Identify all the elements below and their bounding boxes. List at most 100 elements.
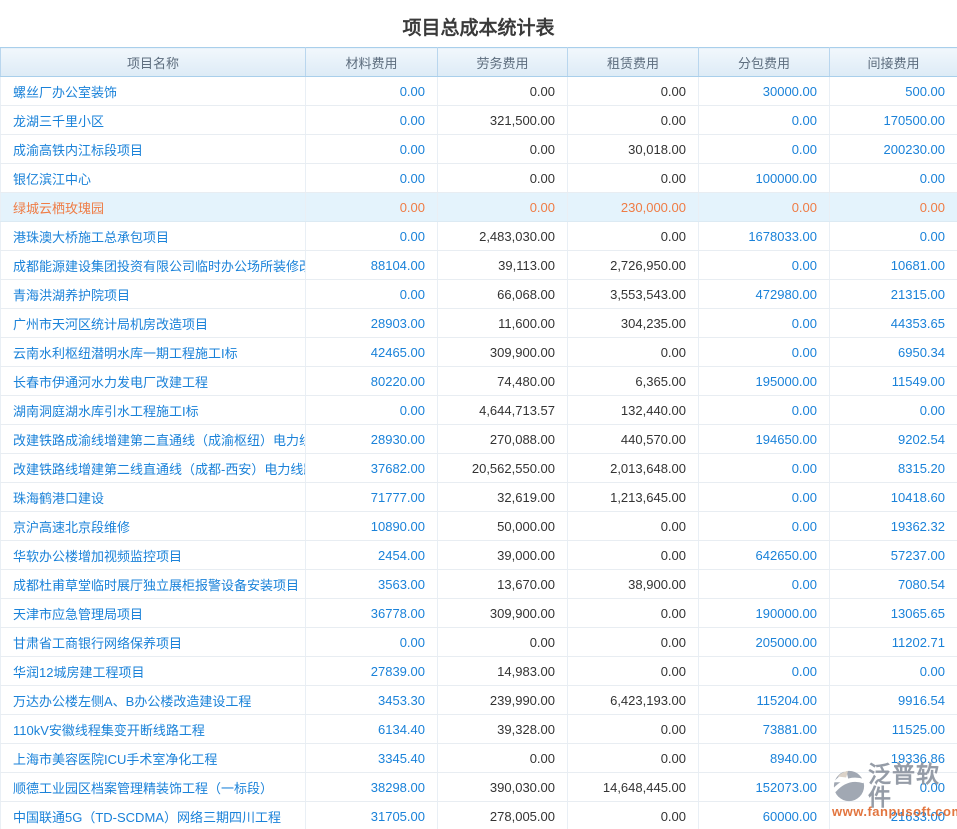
material-cost-cell[interactable]: 6134.40 bbox=[306, 715, 438, 744]
material-cost-cell[interactable]: 0.00 bbox=[306, 628, 438, 657]
material-cost-cell[interactable]: 2454.00 bbox=[306, 541, 438, 570]
subcontract-cost-cell[interactable]: 0.00 bbox=[699, 338, 830, 367]
indirect-cost-cell[interactable]: 44353.65 bbox=[830, 309, 957, 338]
subcontract-cost-cell[interactable]: 0.00 bbox=[699, 512, 830, 541]
project-name-cell[interactable]: 华润12城房建工程项目 bbox=[1, 657, 306, 686]
indirect-cost-cell[interactable]: 21633.00 bbox=[830, 802, 957, 829]
material-cost-cell[interactable]: 0.00 bbox=[306, 280, 438, 309]
indirect-cost-cell[interactable]: 11202.71 bbox=[830, 628, 957, 657]
subcontract-cost-cell[interactable]: 73881.00 bbox=[699, 715, 830, 744]
subcontract-cost-cell[interactable]: 100000.00 bbox=[699, 164, 830, 193]
project-name-cell[interactable]: 顺德工业园区档案管理精装饰工程（一标段） bbox=[1, 773, 306, 802]
indirect-cost-cell[interactable]: 11549.00 bbox=[830, 367, 957, 396]
project-name-cell[interactable]: 绿城云栖玫瑰园 bbox=[1, 193, 306, 222]
project-name-cell[interactable]: 万达办公楼左侧A、B办公楼改造建设工程 bbox=[1, 686, 306, 715]
material-cost-cell[interactable]: 0.00 bbox=[306, 222, 438, 251]
material-cost-cell[interactable]: 0.00 bbox=[306, 164, 438, 193]
project-name-cell[interactable]: 中国联通5G（TD-SCDMA）网络三期四川工程 bbox=[1, 802, 306, 829]
material-cost-cell[interactable]: 38298.00 bbox=[306, 773, 438, 802]
subcontract-cost-cell[interactable]: 152073.00 bbox=[699, 773, 830, 802]
subcontract-cost-cell[interactable]: 472980.00 bbox=[699, 280, 830, 309]
subcontract-cost-cell[interactable]: 0.00 bbox=[699, 106, 830, 135]
material-cost-cell[interactable]: 28903.00 bbox=[306, 309, 438, 338]
material-cost-cell[interactable]: 0.00 bbox=[306, 135, 438, 164]
indirect-cost-cell[interactable]: 200230.00 bbox=[830, 135, 957, 164]
material-cost-cell[interactable]: 0.00 bbox=[306, 193, 438, 222]
material-cost-cell[interactable]: 36778.00 bbox=[306, 599, 438, 628]
indirect-cost-cell[interactable]: 0.00 bbox=[830, 164, 957, 193]
project-name-cell[interactable]: 改建铁路成渝线增建第二直通线（成渝枢纽）电力线路 bbox=[1, 425, 306, 454]
indirect-cost-cell[interactable]: 19336.86 bbox=[830, 744, 957, 773]
project-name-cell[interactable]: 银亿滨江中心 bbox=[1, 164, 306, 193]
indirect-cost-cell[interactable]: 0.00 bbox=[830, 657, 957, 686]
material-cost-cell[interactable]: 31705.00 bbox=[306, 802, 438, 829]
subcontract-cost-cell[interactable]: 190000.00 bbox=[699, 599, 830, 628]
project-name-cell[interactable]: 云南水利枢纽潜明水库一期工程施工I标 bbox=[1, 338, 306, 367]
material-cost-cell[interactable]: 3563.00 bbox=[306, 570, 438, 599]
project-name-cell[interactable]: 湖南洞庭湖水库引水工程施工I标 bbox=[1, 396, 306, 425]
subcontract-cost-cell[interactable]: 0.00 bbox=[699, 454, 830, 483]
material-cost-cell[interactable]: 71777.00 bbox=[306, 483, 438, 512]
indirect-cost-cell[interactable]: 9202.54 bbox=[830, 425, 957, 454]
subcontract-cost-cell[interactable]: 0.00 bbox=[699, 570, 830, 599]
indirect-cost-cell[interactable]: 170500.00 bbox=[830, 106, 957, 135]
material-cost-cell[interactable]: 42465.00 bbox=[306, 338, 438, 367]
indirect-cost-cell[interactable]: 7080.54 bbox=[830, 570, 957, 599]
subcontract-cost-cell[interactable]: 194650.00 bbox=[699, 425, 830, 454]
indirect-cost-cell[interactable]: 8315.20 bbox=[830, 454, 957, 483]
material-cost-cell[interactable]: 37682.00 bbox=[306, 454, 438, 483]
subcontract-cost-cell[interactable]: 115204.00 bbox=[699, 686, 830, 715]
indirect-cost-cell[interactable]: 10418.60 bbox=[830, 483, 957, 512]
indirect-cost-cell[interactable]: 0.00 bbox=[830, 773, 957, 802]
project-name-cell[interactable]: 青海洪湖养护院项目 bbox=[1, 280, 306, 309]
project-name-cell[interactable]: 螺丝厂办公室装饰 bbox=[1, 77, 306, 106]
material-cost-cell[interactable]: 80220.00 bbox=[306, 367, 438, 396]
project-name-cell[interactable]: 上海市美容医院ICU手术室净化工程 bbox=[1, 744, 306, 773]
indirect-cost-cell[interactable]: 11525.00 bbox=[830, 715, 957, 744]
project-name-cell[interactable]: 成都杜甫草堂临时展厅独立展柜报警设备安装项目 bbox=[1, 570, 306, 599]
material-cost-cell[interactable]: 88104.00 bbox=[306, 251, 438, 280]
subcontract-cost-cell[interactable]: 205000.00 bbox=[699, 628, 830, 657]
project-name-cell[interactable]: 改建铁路线增建第二线直通线（成都-西安）电力线路 bbox=[1, 454, 306, 483]
project-name-cell[interactable]: 港珠澳大桥施工总承包项目 bbox=[1, 222, 306, 251]
subcontract-cost-cell[interactable]: 60000.00 bbox=[699, 802, 830, 829]
project-name-cell[interactable]: 成都能源建设集团投资有限公司临时办公场所装修改造 bbox=[1, 251, 306, 280]
indirect-cost-cell[interactable]: 6950.34 bbox=[830, 338, 957, 367]
indirect-cost-cell[interactable]: 57237.00 bbox=[830, 541, 957, 570]
subcontract-cost-cell[interactable]: 195000.00 bbox=[699, 367, 830, 396]
indirect-cost-cell[interactable]: 21315.00 bbox=[830, 280, 957, 309]
indirect-cost-cell[interactable]: 9916.54 bbox=[830, 686, 957, 715]
subcontract-cost-cell[interactable]: 642650.00 bbox=[699, 541, 830, 570]
material-cost-cell[interactable]: 27839.00 bbox=[306, 657, 438, 686]
project-name-cell[interactable]: 龙湖三千里小区 bbox=[1, 106, 306, 135]
indirect-cost-cell[interactable]: 0.00 bbox=[830, 396, 957, 425]
subcontract-cost-cell[interactable]: 0.00 bbox=[699, 396, 830, 425]
indirect-cost-cell[interactable]: 0.00 bbox=[830, 222, 957, 251]
project-name-cell[interactable]: 110kV安徽线程集变开断线路工程 bbox=[1, 715, 306, 744]
project-name-cell[interactable]: 甘肃省工商银行网络保养项目 bbox=[1, 628, 306, 657]
subcontract-cost-cell[interactable]: 0.00 bbox=[699, 309, 830, 338]
material-cost-cell[interactable]: 0.00 bbox=[306, 77, 438, 106]
subcontract-cost-cell[interactable]: 0.00 bbox=[699, 193, 830, 222]
indirect-cost-cell[interactable]: 13065.65 bbox=[830, 599, 957, 628]
project-name-cell[interactable]: 成渝高铁内江标段项目 bbox=[1, 135, 306, 164]
subcontract-cost-cell[interactable]: 30000.00 bbox=[699, 77, 830, 106]
material-cost-cell[interactable]: 0.00 bbox=[306, 396, 438, 425]
project-name-cell[interactable]: 珠海鹤港口建设 bbox=[1, 483, 306, 512]
material-cost-cell[interactable]: 0.00 bbox=[306, 106, 438, 135]
material-cost-cell[interactable]: 10890.00 bbox=[306, 512, 438, 541]
project-name-cell[interactable]: 华软办公楼增加视频监控项目 bbox=[1, 541, 306, 570]
indirect-cost-cell[interactable]: 10681.00 bbox=[830, 251, 957, 280]
indirect-cost-cell[interactable]: 19362.32 bbox=[830, 512, 957, 541]
project-name-cell[interactable]: 广州市天河区统计局机房改造项目 bbox=[1, 309, 306, 338]
subcontract-cost-cell[interactable]: 0.00 bbox=[699, 657, 830, 686]
subcontract-cost-cell[interactable]: 8940.00 bbox=[699, 744, 830, 773]
subcontract-cost-cell[interactable]: 0.00 bbox=[699, 483, 830, 512]
indirect-cost-cell[interactable]: 500.00 bbox=[830, 77, 957, 106]
project-name-cell[interactable]: 天津市应急管理局项目 bbox=[1, 599, 306, 628]
project-name-cell[interactable]: 长春市伊通河水力发电厂改建工程 bbox=[1, 367, 306, 396]
subcontract-cost-cell[interactable]: 0.00 bbox=[699, 251, 830, 280]
material-cost-cell[interactable]: 3453.30 bbox=[306, 686, 438, 715]
material-cost-cell[interactable]: 3345.40 bbox=[306, 744, 438, 773]
indirect-cost-cell[interactable]: 0.00 bbox=[830, 193, 957, 222]
